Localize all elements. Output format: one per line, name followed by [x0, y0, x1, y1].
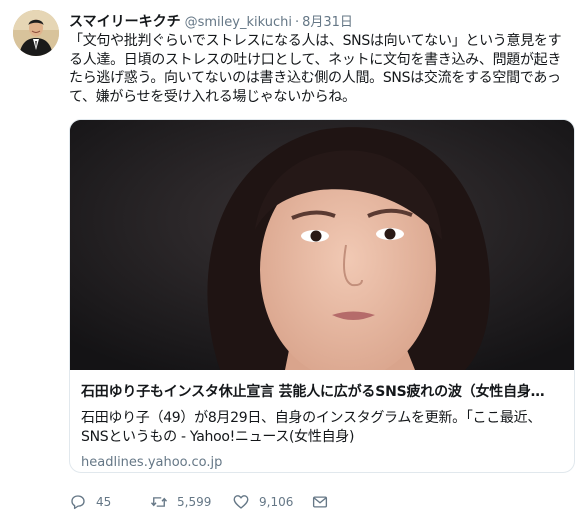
avatar[interactable] [13, 10, 59, 56]
like-icon [233, 495, 249, 509]
card-body: 石田ゆり子もインスタ休止宣言 芸能人に広がるSNS疲れの波（女性自身… 石田ゆり… [81, 381, 564, 470]
card-title[interactable]: 石田ゆり子もインスタ休止宣言 芸能人に広がるSNS疲れの波（女性自身… [81, 381, 564, 401]
user-handle[interactable]: @smiley_kikuchi [185, 15, 292, 30]
tweet-text-line: 「文句や批判ぐらいでストレスになる人は、SNSは向いてない」という意見をす [69, 33, 562, 49]
separator-dot: · [294, 15, 300, 30]
card-photo[interactable] [70, 120, 574, 370]
tweet-date[interactable]: 8月31日 [302, 15, 353, 30]
retweet-button[interactable]: 5,599 [150, 493, 211, 511]
card-description-line: SNSというもの - Yahoo!ニュース(女性自身) [81, 429, 355, 445]
tweet-text: 「文句や批判ぐらいでストレスになる人は、SNSは向いてない」という意見をす る人… [69, 32, 569, 106]
card-photo-image [70, 120, 574, 370]
direct-message-button[interactable] [311, 493, 329, 511]
card-description-line: 石田ゆり子（49）が8月29日、自身のインスタグラムを更新。「ここ最近、 [81, 410, 542, 426]
message-icon [312, 496, 328, 508]
link-card[interactable]: 石田ゆり子もインスタ休止宣言 芸能人に広がるSNS疲れの波（女性自身… 石田ゆり… [69, 119, 575, 473]
tweet-text-line: たら逃げ惑う。向いてないのは書き込む側の人間。SNSは交流をする空間であっ [69, 70, 561, 86]
card-domain: headlines.yahoo.co.jp [81, 455, 223, 470]
tweet-text-line: る人達。日頃のストレスの吐け口として、ネットに文句を書き込み、問題が起き [69, 51, 562, 68]
card-description: 石田ゆり子（49）が8月29日、自身のインスタグラムを更新。「ここ最近、 SNS… [81, 409, 564, 447]
reply-button[interactable]: 45 [69, 493, 111, 511]
tweet-header: スマイリーキクチ @smiley_kikuchi · 8月31日 [69, 11, 353, 31]
retweet-count: 5,599 [177, 495, 212, 509]
tweet-text-line: て、嫌がらせを受け入れる場じゃないからね。 [69, 88, 356, 105]
retweet-icon [150, 497, 168, 507]
like-button[interactable]: 9,106 [232, 493, 293, 511]
like-count: 9,106 [259, 495, 294, 509]
avatar-image [13, 10, 59, 56]
display-name[interactable]: スマイリーキクチ [69, 14, 181, 30]
reply-icon [71, 495, 85, 510]
reply-count: 45 [96, 495, 112, 509]
